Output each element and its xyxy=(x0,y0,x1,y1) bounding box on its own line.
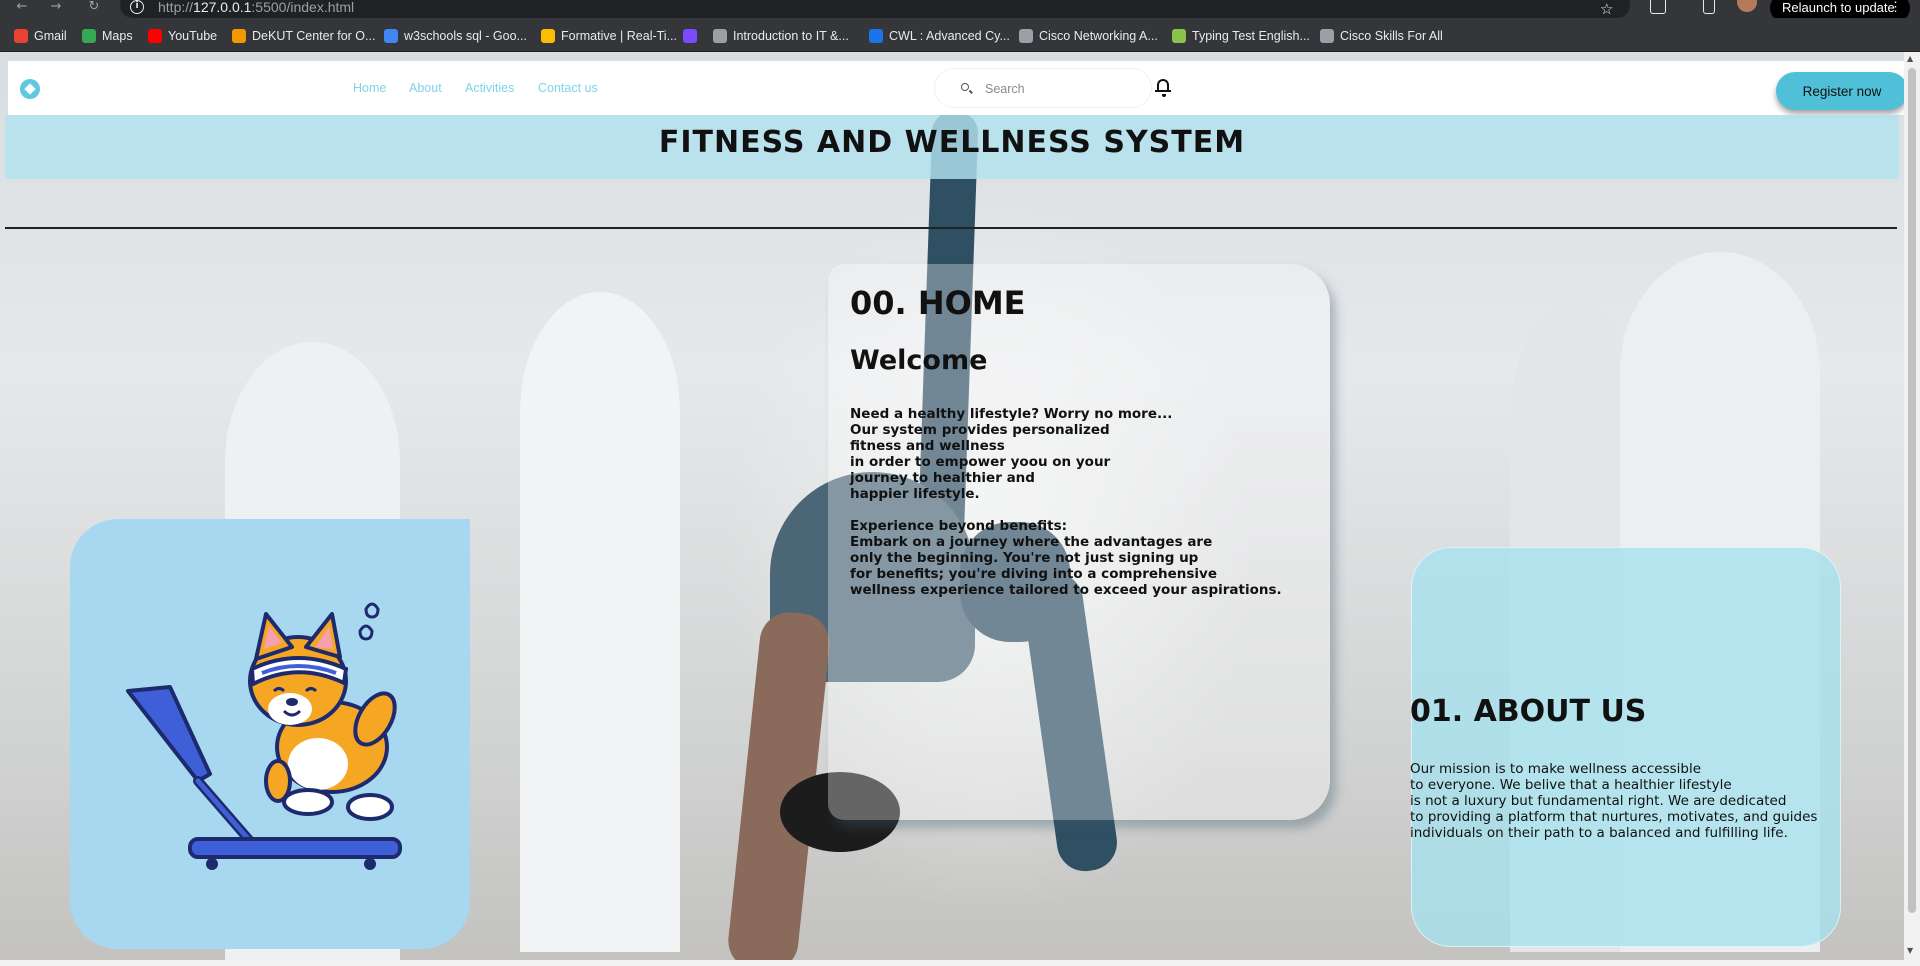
home-intro-text: Need a healthy lifestyle? Worry no more.… xyxy=(850,406,1172,502)
scroll-up-icon[interactable]: ▲ xyxy=(1907,54,1913,63)
bookmark-item[interactable]: w3schools sql - Goo... xyxy=(384,27,527,45)
nav-link-about[interactable]: About xyxy=(409,81,442,95)
text-line: Experience beyond benefits: xyxy=(850,518,1068,534)
profile-avatar[interactable] xyxy=(1737,0,1757,12)
scrollbar-thumb[interactable] xyxy=(1908,68,1916,913)
site-navbar: Home About Activities Contact us Registe… xyxy=(8,61,1904,115)
cisco-icon xyxy=(1019,29,1033,43)
search-input[interactable] xyxy=(985,79,1135,99)
bookmark-label: Cisco Networking A... xyxy=(1039,29,1158,43)
nav-link-activities[interactable]: Activities xyxy=(465,81,514,95)
bookmark-item[interactable]: Cisco Skills For All xyxy=(1320,27,1443,45)
text-line: Need a healthy lifestyle? Worry no more.… xyxy=(850,406,1173,422)
gmail-icon xyxy=(14,29,28,43)
bookmark-label: w3schools sql - Goo... xyxy=(404,29,527,43)
typing-icon xyxy=(1172,29,1186,43)
bookmark-item[interactable]: Cisco Networking A... xyxy=(1019,27,1158,45)
bookmark-item[interactable]: Formative | Real-Ti... xyxy=(541,27,677,45)
text-line: Our system provides personalized xyxy=(850,422,1110,438)
text-line: happier lifestyle. xyxy=(850,486,980,502)
corgi-illustration-card xyxy=(70,519,470,949)
dekut-icon xyxy=(232,29,246,43)
maps-icon xyxy=(82,29,96,43)
title-band: FITNESS AND WELLNESS SYSTEM xyxy=(5,115,1899,179)
text-line: Our mission is to make wellness accessib… xyxy=(1410,761,1702,777)
side-panel-icon[interactable] xyxy=(1703,0,1715,14)
text-line: journey to healthier and xyxy=(850,470,1035,486)
text-line: to everyone. We belive that a healthier … xyxy=(1410,777,1732,793)
logo-icon[interactable] xyxy=(20,79,40,99)
horizontal-scrollbar[interactable] xyxy=(0,960,1920,966)
nav-link-contact[interactable]: Contact us xyxy=(538,81,598,95)
course-icon xyxy=(713,29,727,43)
home-heading: 00. HOME xyxy=(850,284,1026,322)
about-card xyxy=(1411,547,1841,947)
bookmark-label: Introduction to IT &... xyxy=(733,29,849,43)
vertical-scrollbar[interactable]: ▲ ▼ xyxy=(1904,52,1920,960)
bookmark-label: YouTube xyxy=(168,29,218,43)
search-icon xyxy=(961,83,969,91)
site-info-icon[interactable]: i xyxy=(130,0,144,14)
text-line: Embark on a journey where the advantages… xyxy=(850,534,1213,550)
bookmark-item[interactable]: Introduction to IT &... xyxy=(713,27,849,45)
bell-icon[interactable] xyxy=(1155,79,1171,97)
bookmark-item[interactable]: Typing Test English... xyxy=(1172,27,1310,45)
bookmark-label: CWL : Advanced Cy... xyxy=(889,29,1010,43)
background-arch xyxy=(520,292,680,952)
bookmark-label: Formative | Real-Ti... xyxy=(561,29,677,43)
text-line: individuals on their path to a balanced … xyxy=(1410,825,1788,841)
about-text: Our mission is to make wellness accessib… xyxy=(1410,761,1817,841)
search-box xyxy=(934,68,1152,108)
about-heading: 01. ABOUT US xyxy=(1410,694,1647,729)
home-benefits-text: Experience beyond benefits: Embark on a … xyxy=(850,518,1282,598)
text-line: wellness experience tailored to exceed y… xyxy=(850,582,1282,598)
scroll-down-icon[interactable]: ▼ xyxy=(1907,946,1913,955)
bookmarks-bar: Gmail Maps YouTube DeKUT Center for O... w3s… xyxy=(0,18,1920,52)
nav-link-home[interactable]: Home xyxy=(353,81,386,95)
extensions-icon[interactable] xyxy=(1650,0,1666,14)
relaunch-label: Relaunch to update xyxy=(1782,0,1895,15)
reload-icon[interactable]: ↻ xyxy=(84,0,104,16)
bookmark-item[interactable]: CWL : Advanced Cy... xyxy=(869,27,1010,45)
bookmark-item[interactable] xyxy=(683,27,703,45)
text-line: for benefits; you're diving into a compr… xyxy=(850,566,1218,582)
bookmark-item[interactable]: DeKUT Center for O... xyxy=(232,27,375,45)
forward-icon[interactable]: → xyxy=(46,0,66,16)
formative-icon xyxy=(541,29,555,43)
bookmark-label: Cisco Skills For All xyxy=(1340,29,1443,43)
bookmark-star-icon[interactable]: ☆ xyxy=(1600,0,1613,18)
cwl-icon xyxy=(869,29,883,43)
page-viewport: Home About Activities Contact us Registe… xyxy=(0,52,1904,960)
bookmark-label: DeKUT Center for O... xyxy=(252,29,376,43)
back-icon[interactable]: ← xyxy=(12,0,32,16)
browser-toolbar: ← → ↻ i http://127.0.0.1:5500/index.html… xyxy=(0,0,1920,22)
text-line: fitness and wellness xyxy=(850,438,1005,454)
more-menu-icon[interactable]: ⋮ xyxy=(1889,0,1902,15)
bookmark-item[interactable]: Maps xyxy=(82,27,133,45)
youtube-icon xyxy=(148,29,162,43)
welcome-heading: Welcome xyxy=(850,345,988,376)
text-line: in order to empower yoou on your xyxy=(850,454,1111,470)
bookmark-label: Maps xyxy=(102,29,133,43)
bookmark-label: Typing Test English... xyxy=(1192,29,1310,43)
bookmark-label: Gmail xyxy=(34,29,67,43)
app-icon xyxy=(683,29,697,43)
url-text[interactable]: http://127.0.0.1:5500/index.html xyxy=(158,0,354,15)
text-line: to providing a platform that nurtures, m… xyxy=(1410,809,1818,825)
text-line: is not a luxury but fundamental right. W… xyxy=(1410,793,1787,809)
address-bar[interactable]: i http://127.0.0.1:5500/index.html xyxy=(120,0,1630,18)
page-title: FITNESS AND WELLNESS SYSTEM xyxy=(658,125,1246,160)
register-button[interactable]: Register now xyxy=(1776,72,1904,110)
text-line: only the beginning. You're not just sign… xyxy=(850,550,1199,566)
google-icon xyxy=(384,29,398,43)
bookmark-item[interactable]: YouTube xyxy=(148,27,217,45)
divider xyxy=(5,227,1897,229)
cisco-skills-icon xyxy=(1320,29,1334,43)
bookmark-item[interactable]: Gmail xyxy=(14,27,67,45)
corgi-treadmill-illustration xyxy=(126,602,402,870)
